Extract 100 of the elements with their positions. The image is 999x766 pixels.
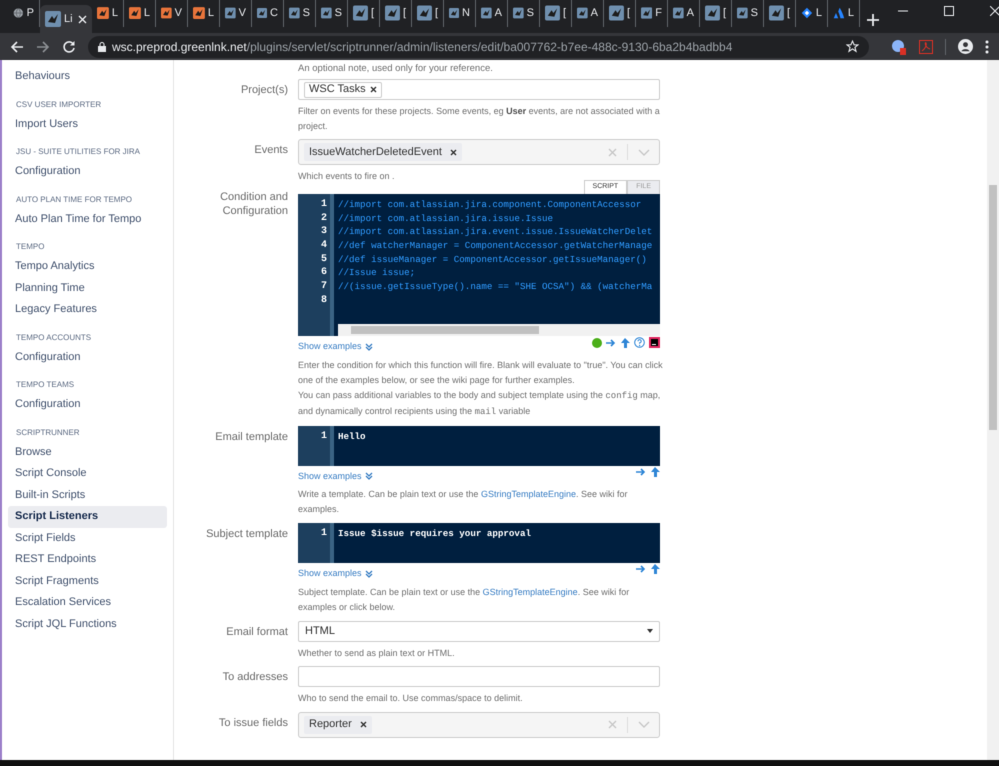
browser-tab[interactable]: S bbox=[284, 0, 316, 27]
sidebar-item[interactable]: Script Fields bbox=[8, 528, 167, 549]
sidebar-item[interactable]: Planning Time bbox=[8, 278, 167, 299]
bird-icon bbox=[545, 5, 560, 21]
profile-icon[interactable] bbox=[958, 39, 973, 54]
help-icon[interactable] bbox=[634, 337, 645, 348]
new-tab-icon[interactable] bbox=[866, 13, 880, 27]
browser-tab[interactable]: L bbox=[188, 0, 220, 27]
bird-icon bbox=[481, 5, 492, 21]
reload-icon[interactable] bbox=[62, 40, 76, 54]
show-examples-link[interactable]: Show examples bbox=[298, 470, 373, 483]
sidebar-item[interactable]: Script Console bbox=[8, 463, 167, 484]
sidebar-item[interactable]: Script Fragments bbox=[8, 570, 167, 592]
sidebar-item[interactable]: Browse bbox=[8, 442, 167, 463]
section-heading: TEMPO ACCOUNTS bbox=[15, 332, 92, 344]
code-editor[interactable] bbox=[298, 194, 660, 336]
sidebar-item[interactable]: Behaviours bbox=[8, 66, 167, 88]
close-icon[interactable] bbox=[78, 14, 87, 24]
show-examples-link[interactable]: Show examples bbox=[298, 340, 373, 354]
arrow-right-icon[interactable] bbox=[636, 466, 646, 476]
browser-tab[interactable]: L bbox=[828, 0, 860, 27]
tag-select[interactable]: IssueWatcherDeletedEvent bbox=[298, 139, 660, 165]
remove-icon[interactable] bbox=[360, 721, 367, 728]
remove-icon[interactable] bbox=[370, 86, 377, 93]
code-line: //def watcherManager = ComponentAccessor.getWatcherManage bbox=[338, 239, 654, 253]
browser-tab[interactable]: [ bbox=[700, 0, 732, 27]
browser-tab[interactable]: A bbox=[668, 0, 700, 27]
browser-tab[interactable]: L bbox=[796, 0, 828, 27]
line-number: 1 bbox=[320, 198, 328, 212]
browser-tab[interactable]: A bbox=[476, 0, 508, 27]
browser-tab[interactable]: [ bbox=[604, 0, 636, 27]
help-text: Subject template. Can be plain text or use the GStringTemplateEngine. See wiki for examples or click below. bbox=[298, 586, 630, 614]
sidebar-item[interactable]: Import Users bbox=[8, 114, 167, 135]
section-heading: TEMPO TEAMS bbox=[15, 379, 76, 391]
browser-tab[interactable]: F bbox=[636, 0, 668, 27]
browser-tab[interactable]: V bbox=[220, 0, 252, 27]
pdf-icon[interactable] bbox=[919, 40, 933, 54]
star-icon[interactable] bbox=[846, 40, 859, 53]
sidebar-item[interactable]: Configuration bbox=[8, 161, 167, 182]
sidebar-item[interactable]: Tempo Analytics bbox=[8, 256, 167, 278]
sidebar-item[interactable]: Auto Plan Time for Tempo bbox=[8, 208, 167, 230]
browser-tab[interactable]: C bbox=[252, 0, 284, 27]
browser-tab[interactable]: S bbox=[508, 0, 540, 27]
browser-tab[interactable]: [ bbox=[764, 0, 796, 27]
sidebar-item[interactable]: Escalation Services bbox=[8, 592, 167, 614]
link[interactable]: GStringTemplateEngine bbox=[482, 586, 578, 596]
browser-tab[interactable]: N bbox=[444, 0, 476, 27]
browser-tab[interactable]: S bbox=[732, 0, 764, 27]
browser-tab[interactable]: [ bbox=[412, 0, 444, 27]
tag-select[interactable]: Reporter bbox=[298, 712, 660, 738]
line-number: 1 bbox=[320, 527, 328, 541]
field-label: Events bbox=[253, 143, 288, 158]
bird-icon bbox=[289, 5, 300, 21]
sidebar-item[interactable]: REST Endpoints bbox=[8, 549, 167, 570]
extension-icon[interactable] bbox=[891, 38, 907, 54]
sidebar-item[interactable]: Script Listeners bbox=[8, 506, 167, 528]
browser-tab[interactable]: L bbox=[92, 0, 124, 27]
browser-tab[interactable]: V bbox=[156, 0, 188, 27]
sidebar-item[interactable]: Legacy Features bbox=[8, 299, 167, 320]
bird-icon bbox=[737, 5, 748, 21]
link[interactable]: GStringTemplateEngine bbox=[480, 489, 576, 499]
scrollbar[interactable] bbox=[987, 60, 999, 760]
select-field[interactable]: HTML bbox=[298, 620, 660, 642]
show-examples-link[interactable]: Show examples bbox=[298, 567, 373, 580]
code-editor[interactable]: 1 Hello bbox=[298, 426, 660, 466]
browser-tab[interactable]: [ bbox=[540, 0, 572, 27]
ide-icon[interactable] bbox=[649, 337, 660, 348]
bird-icon bbox=[449, 5, 460, 21]
bird-icon bbox=[513, 5, 524, 21]
browser-tab[interactable]: A bbox=[572, 0, 604, 27]
double-chevron-icon bbox=[364, 570, 373, 578]
input-field[interactable] bbox=[298, 666, 660, 686]
sidebar-item[interactable]: Script JQL Functions bbox=[8, 614, 167, 635]
sidebar-item[interactable]: Built-in Scripts bbox=[8, 484, 167, 506]
horizontal-scrollbar[interactable] bbox=[338, 324, 660, 336]
code-editor[interactable]: 1 Issue $issue requires your approval bbox=[298, 523, 660, 563]
browser-tab[interactable]: L bbox=[124, 0, 156, 27]
arrow-up-icon[interactable] bbox=[650, 564, 660, 574]
code-line: Hello bbox=[338, 430, 367, 444]
back-icon[interactable] bbox=[10, 40, 24, 54]
tag-field[interactable]: WSC Tasks bbox=[298, 79, 660, 100]
menu-icon[interactable] bbox=[985, 40, 989, 54]
browser-tab[interactable]: Li bbox=[40, 5, 92, 33]
forward-icon[interactable] bbox=[36, 40, 50, 54]
arrow-right-icon[interactable] bbox=[636, 564, 646, 574]
code-line: //import com.atlassian.jira.component.ComponentAccessor bbox=[338, 198, 642, 212]
arrow-up-icon[interactable] bbox=[650, 466, 660, 476]
arrow-right-icon[interactable] bbox=[606, 338, 616, 348]
field-label: Email format bbox=[225, 624, 288, 640]
bird-icon bbox=[609, 5, 624, 21]
sidebar-item[interactable]: Configuration bbox=[8, 394, 167, 416]
address-bar[interactable]: wsc.preprod.greenlnk.net/plugins/servlet/scriptrunner/admin/listeners/edit/ba007762-b7ee-488c-9130-6ba2b4badbb4 bbox=[88, 36, 869, 58]
arrow-up-icon[interactable] bbox=[620, 338, 630, 348]
bird-icon bbox=[225, 5, 236, 21]
sidebar-item[interactable]: Configuration bbox=[8, 346, 167, 368]
help-text: Whether to send as plain text or HTML. bbox=[298, 646, 456, 660]
browser-tab[interactable]: [ bbox=[348, 0, 380, 27]
browser-tab[interactable]: [ bbox=[380, 0, 412, 27]
remove-icon[interactable] bbox=[450, 148, 457, 156]
browser-tab[interactable]: S bbox=[316, 0, 348, 27]
